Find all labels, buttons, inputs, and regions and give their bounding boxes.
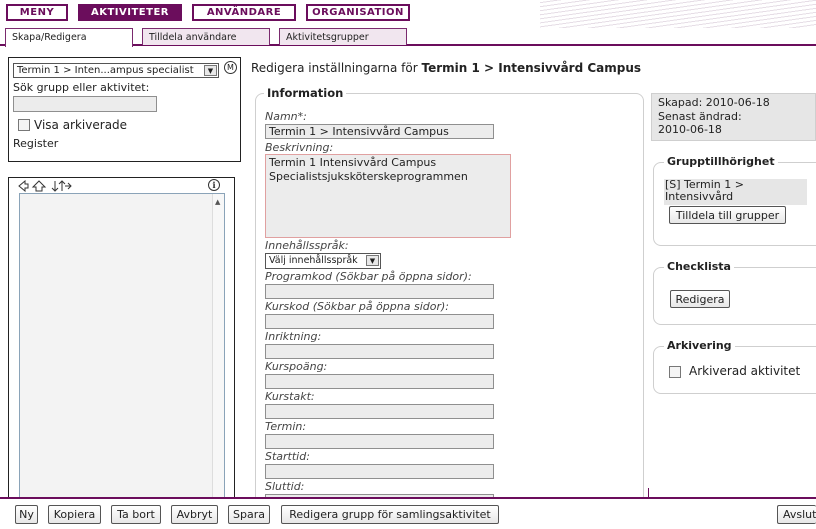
chevron-down-icon: ▼ bbox=[366, 255, 379, 266]
chevron-down-icon: ▼ bbox=[204, 65, 217, 76]
language-label: Innehållsspråk: bbox=[265, 239, 349, 252]
tab-aktivitetsgrupper[interactable]: Aktivitetsgrupper bbox=[279, 28, 407, 45]
description-label: Beskrivning: bbox=[265, 141, 334, 154]
description-textarea[interactable]: Termin 1 Intensivvård Campus Specialists… bbox=[265, 154, 511, 238]
starttid-label: Starttid: bbox=[265, 450, 310, 463]
tree-toolbar bbox=[18, 180, 72, 192]
show-archived-checkbox[interactable] bbox=[18, 119, 30, 131]
nav-menu-button[interactable]: MENY bbox=[6, 4, 68, 21]
termin-label: Termin: bbox=[265, 420, 307, 433]
kurstakt-label: Kurstakt: bbox=[265, 390, 315, 403]
page-heading-prefix: Redigera inställningarna för bbox=[251, 61, 418, 75]
assign-to-groups-button[interactable]: Tilldela till grupper bbox=[669, 206, 786, 224]
tree-list[interactable]: ▲ bbox=[19, 193, 225, 508]
column-divider bbox=[648, 488, 649, 497]
modified-label: Senast ändrad: bbox=[658, 109, 742, 123]
activity-select-value: Termin 1 > Inten...ampus specialist bbox=[17, 65, 194, 76]
inriktning-field[interactable] bbox=[265, 344, 494, 359]
language-select-value: Välj innehållsspråk bbox=[269, 255, 358, 266]
kurspoang-label: Kurspoäng: bbox=[265, 360, 328, 373]
name-field[interactable]: Termin 1 > Intensivvård Campus bbox=[265, 124, 494, 139]
copy-button[interactable]: Kopiera bbox=[48, 505, 101, 524]
group-list-item[interactable]: [S] Termin 1 > Intensivvård bbox=[664, 179, 807, 205]
page-heading-name: Termin 1 > Intensivvård Campus bbox=[421, 61, 642, 75]
activity-search-panel: Termin 1 > Inten...ampus specialist ▼ M … bbox=[8, 57, 241, 162]
info-icon[interactable]: i bbox=[208, 179, 220, 191]
metadata-box: Skapad: 2010-06-18 Senast ändrad: 2010-0… bbox=[651, 93, 816, 141]
information-legend: Information bbox=[264, 86, 347, 100]
menu-circle-icon[interactable]: M bbox=[224, 61, 237, 74]
tab-skapa-redigera[interactable]: Skapa/Redigera bbox=[5, 28, 133, 47]
tree-scrollbar[interactable]: ▲ bbox=[212, 194, 224, 507]
edit-collection-group-button[interactable]: Redigera grupp för samlingsaktivitet bbox=[281, 505, 499, 524]
programkod-field[interactable] bbox=[265, 284, 494, 299]
bottom-toolbar: Ny Kopiera Ta bort Avbryt Spara Redigera… bbox=[0, 497, 816, 529]
nav-organisation-button[interactable]: ORGANISATION bbox=[306, 4, 410, 21]
arrow-up-icon[interactable] bbox=[31, 180, 47, 192]
scroll-up-icon[interactable]: ▲ bbox=[215, 198, 220, 206]
kurskod-field[interactable] bbox=[265, 314, 494, 329]
starttid-field[interactable] bbox=[265, 464, 494, 479]
checklist-legend: Checklista bbox=[664, 260, 734, 273]
show-archived-label: Visa arkiverade bbox=[34, 118, 128, 132]
inriktning-label: Inriktning: bbox=[265, 330, 322, 343]
activity-select[interactable]: Termin 1 > Inten...ampus specialist ▼ bbox=[13, 63, 219, 78]
kurstakt-field[interactable] bbox=[265, 404, 494, 419]
page-heading: Redigera inställningarna för Termin 1 > … bbox=[251, 61, 641, 75]
modified-date: 2010-06-18 bbox=[658, 123, 722, 136]
cancel-button[interactable]: Avbryt bbox=[171, 505, 218, 524]
delete-button[interactable]: Ta bort bbox=[111, 505, 161, 524]
double-arrow-icon[interactable] bbox=[51, 180, 72, 192]
new-button[interactable]: Ny bbox=[15, 505, 38, 524]
nav-users-button[interactable]: ANVÄNDARE bbox=[192, 4, 296, 21]
arrow-left-icon[interactable] bbox=[18, 180, 29, 192]
search-input[interactable] bbox=[13, 96, 157, 112]
created-text: Skapad: 2010-06-18 bbox=[658, 96, 770, 109]
checklist-edit-button[interactable]: Redigera bbox=[670, 290, 730, 308]
group-legend: Grupptillhörighet bbox=[664, 155, 778, 168]
archived-checkbox[interactable] bbox=[669, 366, 681, 378]
tree-panel: i ▲ bbox=[8, 177, 235, 508]
kurspoang-field[interactable] bbox=[265, 374, 494, 389]
kurskod-label: Kurskod (Sökbar på öppna sidor): bbox=[265, 300, 449, 313]
save-button[interactable]: Spara bbox=[228, 505, 270, 524]
tab-tilldela-anvandare[interactable]: Tilldela användare bbox=[142, 28, 270, 45]
archive-legend: Arkivering bbox=[664, 339, 735, 352]
register-link[interactable]: Register bbox=[13, 137, 58, 150]
name-label: Namn*: bbox=[265, 110, 307, 123]
group-item-line2: Intensivvård bbox=[665, 190, 734, 203]
search-label: Sök grupp eller aktivitet: bbox=[13, 81, 150, 94]
archived-label: Arkiverad aktivitet bbox=[689, 364, 801, 378]
sluttid-label: Sluttid: bbox=[265, 480, 305, 493]
header-decoration bbox=[540, 0, 816, 28]
programkod-label: Programkod (Sökbar på öppna sidor): bbox=[265, 270, 472, 283]
termin-field[interactable] bbox=[265, 434, 494, 449]
language-select[interactable]: Välj innehållsspråk ▼ bbox=[265, 253, 381, 269]
nav-activities-button[interactable]: AKTIVITETER bbox=[78, 4, 182, 21]
quit-button[interactable]: Avslut bbox=[777, 505, 816, 524]
